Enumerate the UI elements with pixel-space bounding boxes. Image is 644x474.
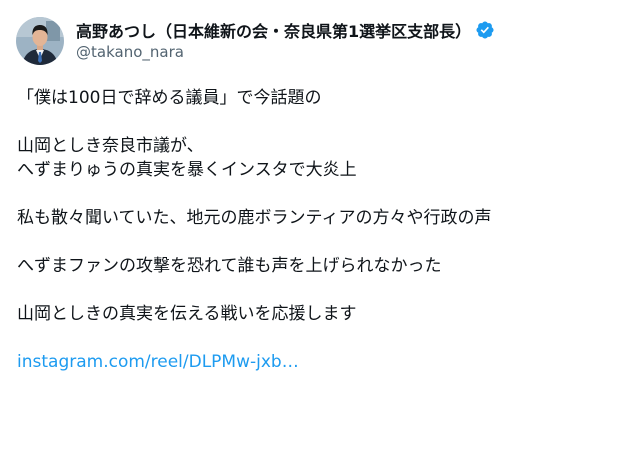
instagram-link[interactable]: instagram.com/reel/DLPMw-jxb…: [17, 352, 299, 372]
tweet-line: [17, 110, 629, 134]
tweet-line: [17, 230, 629, 254]
tweet-line: 山岡としきの真実を伝える戦いを応援します: [17, 304, 357, 324]
tweet-line: 私も散々聞いていた、地元の鹿ボランティアの方々や行政の声: [17, 208, 492, 228]
author-display-name[interactable]: 高野あつし（日本維新の会・奈良県第1選挙区支部長）: [76, 18, 471, 42]
tweet-line: [17, 278, 629, 302]
author-handle[interactable]: @takano_nara: [76, 43, 495, 61]
tweet-link-line: instagram.com/reel/DLPMw-jxb…: [17, 350, 629, 374]
avatar-photo-icon: [16, 17, 64, 65]
name-row: 高野あつし（日本維新の会・奈良県第1選挙区支部長）: [76, 18, 495, 42]
tweet-header: 高野あつし（日本維新の会・奈良県第1選挙区支部長） @takano_nara: [16, 17, 495, 65]
tweet-line: へずまファンの攻撃を恐れて誰も声を上げられなかった: [17, 256, 442, 276]
tweet-line: [17, 326, 629, 350]
tweet-line: 「僕は100日で辞める議員」で今話題の: [17, 88, 322, 108]
verified-badge-icon[interactable]: [475, 20, 495, 40]
tweet-line: 山岡としき奈良市議が、: [17, 136, 204, 156]
tweet-text: 「僕は100日で辞める議員」で今話題の 山岡としき奈良市議が、 へずまりゅうの真…: [17, 86, 629, 374]
tweet-card: 高野あつし（日本維新の会・奈良県第1選挙区支部長） @takano_nara 「…: [0, 0, 644, 474]
avatar[interactable]: [16, 17, 64, 65]
author-names: 高野あつし（日本維新の会・奈良県第1選挙区支部長） @takano_nara: [76, 18, 495, 61]
tweet-line: [17, 182, 629, 206]
tweet-line: へずまりゅうの真実を暴くインスタで大炎上: [17, 160, 357, 180]
